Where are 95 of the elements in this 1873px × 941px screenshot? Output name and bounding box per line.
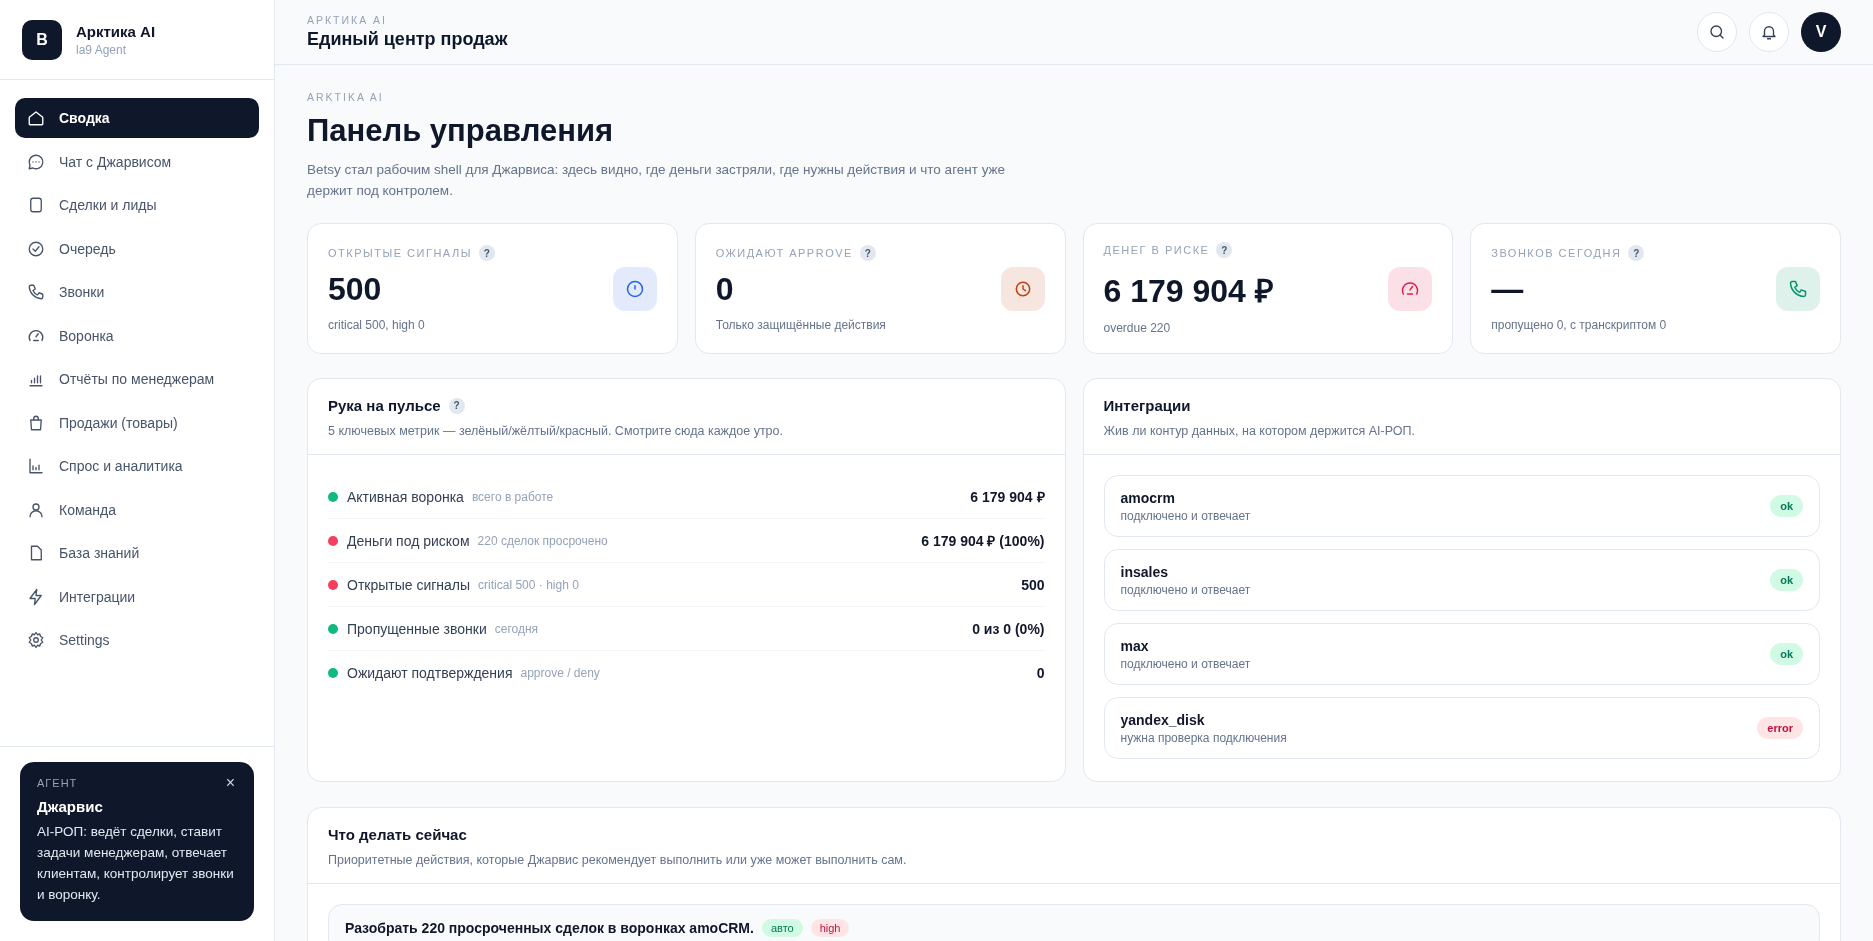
help-badge[interactable]: ?: [1628, 245, 1645, 261]
kpi-value: 6 179 904 ₽: [1103, 272, 1274, 311]
metric-label: Деньги под риском: [347, 532, 470, 549]
tag: авто: [761, 919, 803, 937]
integration-status: подключено и отвечает: [1120, 656, 1251, 671]
panel-subtitle: Жив ли контур данных, на котором держится AI-РОП.: [1103, 424, 1416, 438]
metric-hint: approve / deny: [520, 666, 600, 680]
phone-icon: [27, 283, 45, 301]
help-badge[interactable]: ?: [1216, 242, 1233, 258]
page-description: Betsy стал рабочим shell для Джарвиса: здесь видно, где деньги застряли, где нужны действия и что агент уже держит под контролем.: [307, 161, 1007, 200]
kpi-note: Только защищённые действия: [715, 318, 886, 332]
nav-item[interactable]: Сделки и лиды: [15, 185, 259, 225]
kpi-label: ДЕНЕГ В РИСКЕ: [1103, 244, 1210, 256]
user-icon: [27, 500, 45, 519]
notifications-button[interactable]: [1749, 12, 1789, 52]
metric-value: 6 179 904 ₽ (100%): [921, 532, 1045, 550]
bolt-icon: [27, 587, 45, 606]
status-badge: ok: [1770, 643, 1803, 665]
tag: high: [810, 919, 850, 937]
metric-label: Пропущенные звонки: [347, 620, 487, 637]
header-title: Единый центр продаж: [307, 29, 508, 50]
kpi-label: ОЖИДАЮТ APPROVE: [715, 247, 853, 259]
metric-hint: 220 сделок просрочено: [477, 533, 608, 548]
metric-hint: critical 500 · high 0: [478, 577, 579, 592]
logo: B: [22, 19, 62, 60]
kpi-value: 0: [715, 271, 735, 308]
nav-item[interactable]: Спрос и аналитика: [15, 446, 259, 486]
metric-label: Ожидают подтверждения: [347, 665, 513, 681]
integration-name: amocrm: [1120, 489, 1176, 506]
kpi-label: ЗВОНКОВ СЕГОДНЯ: [1491, 247, 1622, 259]
document-icon: [27, 196, 45, 214]
brand-subtitle: la9 Agent: [76, 42, 128, 57]
metric-value: 6 179 904 ₽: [970, 488, 1045, 506]
search-button[interactable]: [1697, 12, 1737, 52]
kpi-note: overdue 220: [1103, 321, 1172, 335]
nav-item[interactable]: Очередь: [15, 228, 259, 269]
chart-icon: [27, 457, 45, 475]
close-button[interactable]: ×: [223, 774, 237, 792]
metric-value: 0: [1036, 665, 1045, 681]
help-badge[interactable]: ?: [478, 245, 495, 261]
status-badge: ok: [1770, 495, 1803, 517]
page-title: Панель управления: [307, 113, 615, 149]
nav-item[interactable]: Звонки: [15, 272, 259, 312]
avatar-button[interactable]: V: [1801, 12, 1841, 52]
search-icon: [1708, 23, 1726, 41]
alert-icon: [624, 278, 645, 299]
nav-item[interactable]: Воронка: [15, 315, 259, 356]
nav-item[interactable]: Интеграции: [15, 576, 259, 617]
page-eyebrow: ARKTIKA AI: [307, 91, 385, 103]
chat-icon: [27, 152, 45, 171]
status-badge: ok: [1770, 569, 1803, 591]
kpi-value: —: [1491, 271, 1525, 308]
integration-name: max: [1120, 637, 1150, 654]
nav-item[interactable]: Settings: [15, 620, 259, 660]
header-eyebrow: АРКТИКА AI: [307, 14, 389, 26]
bell-icon: [1760, 23, 1778, 41]
integration-status: подключено и отвечает: [1120, 508, 1251, 523]
agent-name: Джарвис: [37, 798, 104, 815]
metric-value: 500: [1021, 576, 1045, 593]
integration-status: подключено и отвечает: [1120, 582, 1251, 597]
metric-hint: сегодня: [494, 621, 539, 636]
integration-name: yandex_disk: [1120, 711, 1206, 728]
kpi-note: пропущено 0, с транскриптом 0: [1491, 318, 1667, 332]
kpi-note: critical 500, high 0: [328, 318, 426, 332]
panel-subtitle: Приоритетные действия, которые Джарвис рекомендует выполнить или уже может выполнить сам.: [328, 853, 908, 867]
phone-icon: [1788, 278, 1808, 299]
panel-title: Интеграции: [1103, 397, 1192, 414]
status-badge: error: [1757, 717, 1803, 739]
panel-title: Рука на пульсе: [328, 397, 441, 414]
brand-name: Арктика AI: [76, 22, 156, 40]
integration-name: insales: [1120, 563, 1169, 580]
kpi-value: 500: [328, 271, 383, 308]
nav-item[interactable]: Продажи (товары): [15, 402, 259, 443]
metric-label: Открытые сигналы: [347, 576, 471, 593]
integration-status: нужна проверка подключения: [1120, 730, 1287, 745]
nav-item[interactable]: База знаний: [15, 533, 259, 573]
metric-hint: всего в работе: [471, 489, 554, 504]
bag-icon: [27, 413, 45, 432]
panel-title: Что делать сейчас: [328, 826, 468, 843]
metric-label: Активная воронка: [347, 488, 464, 505]
metric-value: 0 из 0 (0%): [972, 620, 1045, 637]
check-circle-icon: [27, 239, 45, 258]
help-badge[interactable]: ?: [448, 397, 465, 414]
agent-description: AI-РОП: ведёт сделки, ставит задачи менеджерам, отвечает клиентам, контролирует звонки и воронку.: [37, 823, 235, 904]
nav-item[interactable]: Отчёты по менеджерам: [15, 359, 259, 399]
action-title: Разобрать 220 просроченных сделок в воронках amoCRM.: [345, 920, 754, 936]
agent-label: АГЕНТ: [37, 777, 78, 789]
nav-item[interactable]: Команда: [15, 489, 259, 530]
nav-item[interactable]: Чат с Джарвисом: [15, 141, 259, 182]
home-icon: [27, 109, 45, 127]
gear-icon: [27, 631, 45, 649]
help-badge[interactable]: ?: [859, 245, 876, 261]
kpi-label: ОТКРЫТЫЕ СИГНАЛЫ: [328, 247, 472, 259]
panel-subtitle: 5 ключевых метрик — зелёный/жёлтый/красный. Смотрите сюда каждое утро.: [328, 424, 784, 438]
nav-item[interactable]: Сводка: [15, 98, 259, 138]
